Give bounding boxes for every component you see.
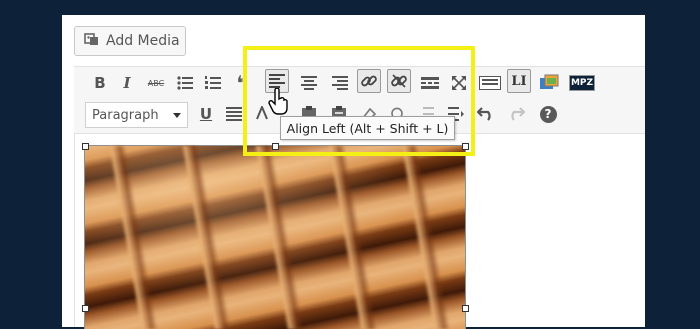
justify-icon (226, 107, 242, 121)
insert-image-button[interactable] (538, 71, 562, 95)
underline-label: U (199, 105, 213, 123)
list-item-label: LI (511, 73, 527, 89)
undo-button[interactable] (474, 102, 498, 126)
brick-image[interactable] (84, 145, 466, 329)
chevron-down-icon (173, 113, 181, 118)
resize-handle-bottom-right[interactable] (462, 305, 469, 312)
media-icon (84, 31, 100, 51)
align-left-tooltip: Align Left (Alt + Shift + L) (280, 116, 455, 140)
bold-button[interactable]: B (88, 71, 112, 95)
underline-button[interactable]: U (194, 102, 218, 126)
strikethrough-button[interactable]: ABC (144, 71, 168, 95)
mpz-icon: MPZ (568, 75, 596, 91)
resize-handle-top-left[interactable] (82, 143, 89, 150)
format-select[interactable]: Paragraph (85, 102, 188, 128)
keyboard-button[interactable] (478, 71, 502, 95)
italic-button[interactable]: I (115, 71, 139, 95)
hand-cursor-icon (268, 87, 290, 120)
tooltip-text: Align Left (Alt + Shift + L) (286, 120, 449, 136)
help-icon: ? (539, 105, 557, 123)
bulleted-list-button[interactable] (173, 71, 197, 95)
resize-handle-bottom-left[interactable] (82, 305, 89, 312)
redo-button[interactable] (504, 102, 528, 126)
add-media-label: Add Media (106, 33, 180, 49)
undo-icon (477, 107, 491, 121)
bulleted-list-icon (177, 76, 193, 90)
format-select-value: Paragraph (92, 107, 159, 123)
list-item-button[interactable]: LI (507, 69, 531, 93)
keyboard-icon (479, 76, 501, 90)
redo-icon (511, 107, 525, 121)
mpz-plugin-button[interactable]: MPZ (568, 71, 596, 95)
strikethrough-label: ABC (147, 78, 165, 88)
italic-label: I (123, 74, 131, 92)
image-gallery-icon (540, 74, 559, 89)
help-button[interactable]: ? (536, 102, 560, 126)
numbered-list-icon (205, 76, 221, 89)
add-media-button[interactable]: Add Media (74, 26, 186, 56)
numbered-list-button[interactable] (201, 71, 225, 95)
bold-label: B (94, 74, 106, 92)
